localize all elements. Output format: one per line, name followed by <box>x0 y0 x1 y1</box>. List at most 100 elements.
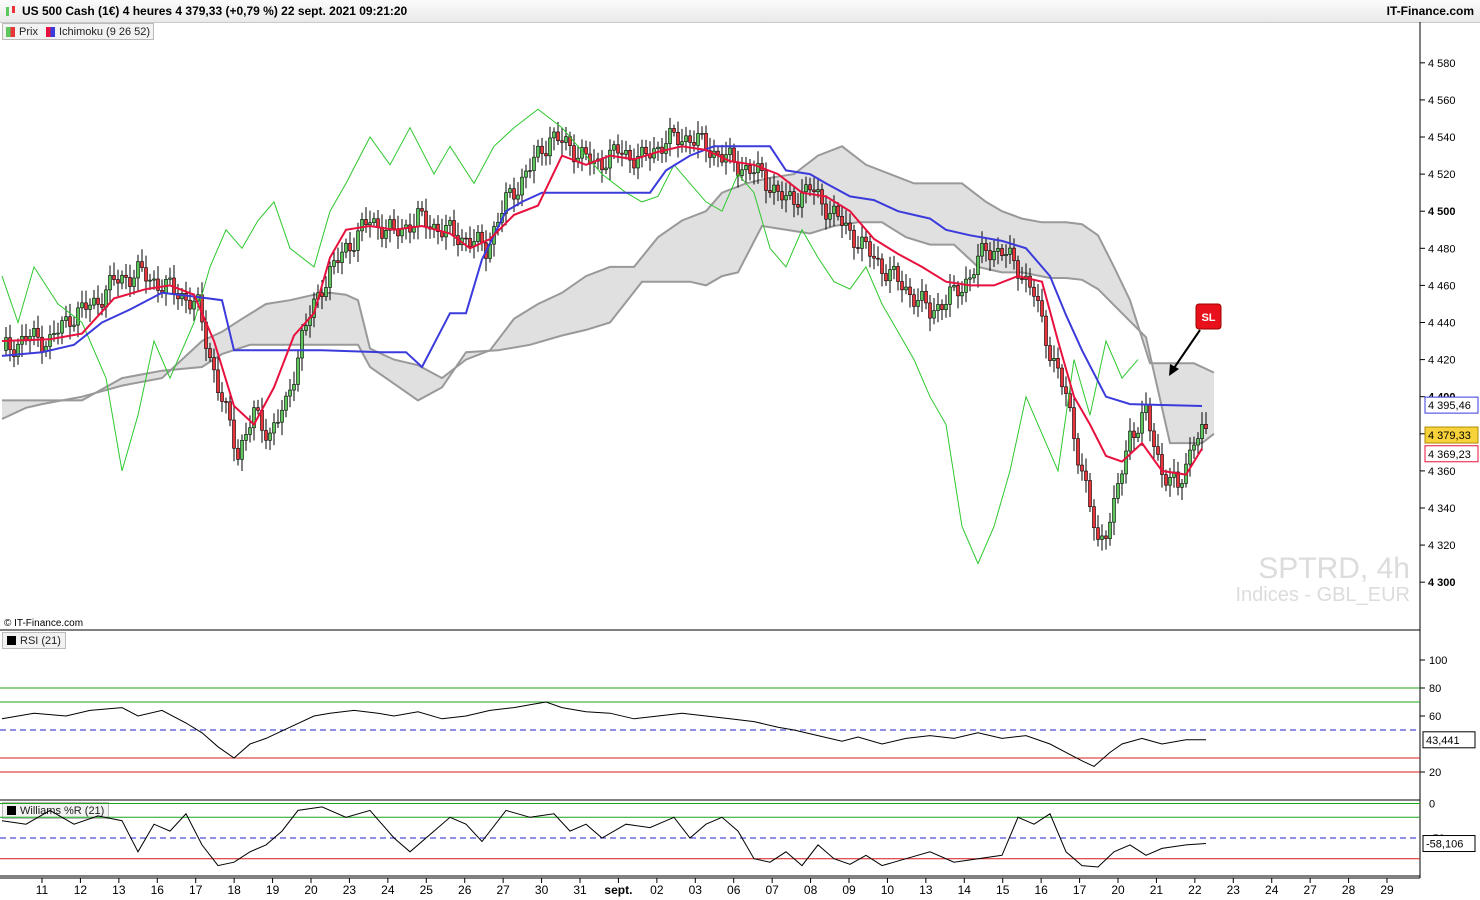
candle-body <box>688 135 692 143</box>
candle-body <box>956 285 960 297</box>
candle-body <box>284 395 288 411</box>
y-tick-label: 4 460 <box>1428 280 1456 292</box>
candle-body <box>944 303 948 310</box>
candle-body <box>420 208 424 212</box>
candle-body <box>152 278 156 281</box>
x-tick-label: sept. <box>604 883 632 897</box>
candle-body <box>168 277 172 280</box>
candle-body <box>64 316 68 321</box>
candle-body <box>240 439 244 460</box>
candle-body <box>556 131 560 141</box>
candle-body <box>540 145 544 154</box>
rsi-value: 43,441 <box>1426 735 1460 747</box>
candle-body <box>928 302 932 319</box>
candle-body <box>508 188 512 193</box>
candle-body <box>1052 358 1056 361</box>
candle-body <box>32 328 36 337</box>
candle-body <box>212 357 216 371</box>
candle-body <box>968 277 972 280</box>
y-tick-label: 4 480 <box>1428 243 1456 255</box>
candle-body <box>1084 470 1088 481</box>
candle-body <box>872 255 876 259</box>
y-tick-label: 4 540 <box>1428 132 1456 144</box>
candle-body <box>796 204 800 208</box>
candle-body <box>280 409 284 423</box>
candle-body <box>608 149 612 169</box>
rsi-line <box>1 701 1206 767</box>
candle-body <box>124 274 128 278</box>
candle-body <box>888 269 892 282</box>
candle-body <box>1132 430 1136 439</box>
candle-body <box>1156 446 1160 455</box>
candle-body <box>336 260 340 263</box>
candle-body <box>612 144 616 151</box>
x-tick-label: 15 <box>996 883 1010 897</box>
candle-body <box>800 191 804 208</box>
candle-body <box>832 205 836 214</box>
x-tick-label: 06 <box>727 883 741 897</box>
candle-body <box>876 257 880 260</box>
candle-body <box>1120 473 1124 484</box>
candle-body <box>68 316 72 327</box>
candle-body <box>992 251 996 261</box>
candle-body <box>828 213 832 220</box>
candle-body <box>848 222 852 231</box>
candle-body <box>76 307 80 326</box>
candle-body <box>236 447 240 460</box>
candle-body <box>384 230 388 239</box>
candle-body <box>1008 247 1012 255</box>
candle-body <box>292 384 296 391</box>
candle-body <box>296 357 300 385</box>
candle-body <box>1100 535 1104 540</box>
candle-body <box>192 300 196 310</box>
candle-body <box>272 422 276 434</box>
candle-body <box>360 219 364 232</box>
candle-body <box>716 150 720 155</box>
candle-body <box>740 169 744 176</box>
candle-body <box>932 310 936 319</box>
x-tick-label: 23 <box>1227 883 1241 897</box>
candle-body <box>476 231 480 242</box>
candle-body <box>48 334 52 347</box>
candle-body <box>836 205 840 217</box>
candle-body <box>452 220 456 236</box>
candle-body <box>1056 358 1060 369</box>
candle-body <box>216 369 220 393</box>
candle-body <box>668 128 672 144</box>
candle-body <box>564 136 568 143</box>
candle-body <box>732 147 736 163</box>
candle-body <box>1148 404 1152 432</box>
candle-body <box>552 131 556 139</box>
candle-body <box>920 291 924 301</box>
candle-body <box>184 293 188 301</box>
candle-body <box>852 229 856 248</box>
candle-body <box>748 165 752 174</box>
candle-body <box>268 432 272 441</box>
x-tick-label: 29 <box>1380 883 1394 897</box>
candle-body <box>1204 424 1208 430</box>
candle-body <box>896 266 900 282</box>
chart-canvas[interactable]: 10080602043,441 0-50-58,106 4 5804 5604 … <box>0 0 1480 900</box>
x-tick-label: 26 <box>458 883 472 897</box>
x-tick-label: 08 <box>804 883 818 897</box>
candle-body <box>8 337 12 351</box>
candle-body <box>804 184 808 193</box>
candle-body <box>524 170 528 178</box>
candle-body <box>532 156 536 171</box>
candle-body <box>868 241 872 257</box>
candle-body <box>812 189 816 193</box>
candle-body <box>132 277 136 287</box>
candle-body <box>620 152 624 155</box>
candle-body <box>232 419 236 449</box>
x-tick-label: 13 <box>919 883 933 897</box>
candle-body <box>1124 450 1128 475</box>
candle-body <box>536 145 540 158</box>
candle-body <box>1188 449 1192 465</box>
candle-body <box>528 170 532 172</box>
candle-body <box>604 167 608 171</box>
candle-body <box>936 304 940 311</box>
candle-body <box>1136 432 1140 439</box>
x-tick-label: 24 <box>1265 883 1279 897</box>
candle-body <box>640 146 644 157</box>
candle-body <box>188 299 192 310</box>
